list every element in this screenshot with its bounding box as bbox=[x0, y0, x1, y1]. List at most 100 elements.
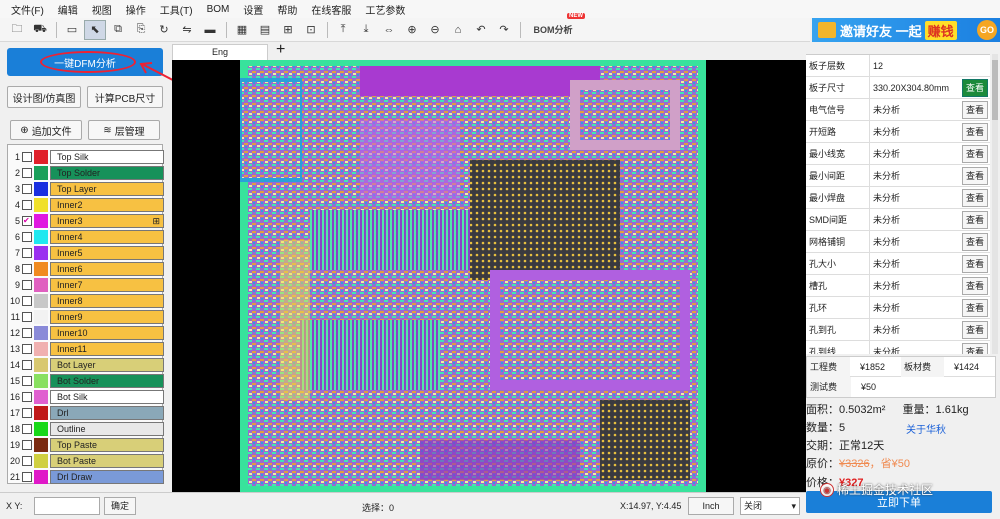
layer-row[interactable]: 1 Top Silk bbox=[8, 149, 164, 165]
layer-visibility-checkbox[interactable] bbox=[22, 440, 32, 450]
layer-color-swatch[interactable] bbox=[34, 454, 48, 468]
layer-name[interactable]: Bot Paste bbox=[50, 454, 164, 468]
align-top-icon[interactable]: ⤒ bbox=[332, 20, 354, 40]
layers-icon[interactable]: ▤ bbox=[254, 20, 276, 40]
analysis-scrollbar[interactable] bbox=[992, 54, 998, 354]
layer-row[interactable]: 16 Bot Silk bbox=[8, 389, 164, 405]
menu-item[interactable]: BOM bbox=[207, 4, 230, 15]
layer-color-swatch[interactable] bbox=[34, 422, 48, 436]
layer-row[interactable]: 6 Inner4 bbox=[8, 229, 164, 245]
layer-name[interactable]: Drl Draw bbox=[50, 470, 164, 484]
measure-icon[interactable]: ⊡ bbox=[300, 20, 322, 40]
invite-banner[interactable]: 邀请好友 一起 赚钱 GO bbox=[812, 18, 1000, 42]
align-bottom-icon[interactable]: ⤓ bbox=[355, 20, 377, 40]
layer-color-swatch[interactable] bbox=[34, 230, 48, 244]
layer-row[interactable]: 12 Inner10 bbox=[8, 325, 164, 341]
line-icon[interactable]: ▬ bbox=[199, 20, 221, 40]
layer-visibility-checkbox[interactable] bbox=[22, 360, 32, 370]
layer-name[interactable]: Inner2 bbox=[50, 198, 164, 212]
layer-visibility-checkbox[interactable] bbox=[22, 296, 32, 306]
layer-color-swatch[interactable] bbox=[34, 182, 48, 196]
layer-row[interactable]: 4 Inner2 bbox=[8, 197, 164, 213]
menu-item[interactable]: 文件(F) bbox=[11, 2, 44, 17]
layer-color-swatch[interactable] bbox=[34, 246, 48, 260]
layer-name[interactable]: Top Paste bbox=[50, 438, 164, 452]
view-button[interactable]: 查看 bbox=[962, 232, 988, 251]
layer-row[interactable]: 10 Inner8 bbox=[8, 293, 164, 309]
layer-row[interactable]: 2 Top Solder bbox=[8, 165, 164, 181]
layer-name[interactable]: Inner4 bbox=[50, 230, 164, 244]
bom-analysis-button[interactable]: BOM分析 NEW bbox=[525, 12, 585, 40]
layer-visibility-checkbox[interactable] bbox=[22, 232, 32, 242]
layer-color-swatch[interactable] bbox=[34, 342, 48, 356]
mirror-icon[interactable]: ⇋ bbox=[176, 20, 198, 40]
menu-item[interactable]: 工具(T) bbox=[160, 2, 193, 17]
menu-item[interactable]: 工艺参数 bbox=[365, 2, 405, 17]
layer-visibility-checkbox[interactable] bbox=[22, 264, 32, 274]
layer-color-swatch[interactable] bbox=[34, 326, 48, 340]
view-button[interactable]: 查看 bbox=[962, 188, 988, 207]
layer-name[interactable]: Bot Solder bbox=[50, 374, 164, 388]
zoom-out-icon[interactable]: ⊖ bbox=[424, 20, 446, 40]
select-pointer-icon[interactable]: ⬉ bbox=[84, 19, 106, 40]
view-button[interactable]: 查看 bbox=[962, 276, 988, 295]
copy-icon[interactable]: ⎘ bbox=[130, 20, 152, 40]
view-button[interactable]: 查看 bbox=[962, 342, 988, 354]
layer-color-swatch[interactable] bbox=[34, 166, 48, 180]
layer-color-swatch[interactable] bbox=[34, 262, 48, 276]
layer-row[interactable]: 17 Drl bbox=[8, 405, 164, 421]
layer-color-swatch[interactable] bbox=[34, 374, 48, 388]
layer-visibility-checkbox[interactable]: ✔ bbox=[22, 216, 32, 226]
calc-pcb-size-button[interactable]: 计算PCB尺寸 bbox=[87, 86, 163, 108]
pcb-board-view[interactable] bbox=[240, 60, 706, 492]
layer-name[interactable]: Inner3 ⊞ bbox=[50, 214, 164, 228]
rotate-icon[interactable]: ↻ bbox=[153, 20, 175, 40]
layer-visibility-checkbox[interactable] bbox=[22, 376, 32, 386]
layer-name[interactable]: Top Solder bbox=[50, 166, 164, 180]
fit-width-icon[interactable]: ⇔ bbox=[378, 20, 400, 40]
scrollbar-thumb[interactable] bbox=[992, 60, 998, 120]
layer-name[interactable]: Inner8 bbox=[50, 294, 164, 308]
layer-visibility-checkbox[interactable] bbox=[22, 168, 32, 178]
layer-visibility-checkbox[interactable] bbox=[22, 472, 32, 482]
zoom-box-icon[interactable]: ⧉ bbox=[107, 20, 129, 40]
layer-color-swatch[interactable] bbox=[34, 294, 48, 308]
layer-row[interactable]: 21 Drl Draw bbox=[8, 469, 164, 485]
layer-visibility-checkbox[interactable] bbox=[22, 392, 32, 402]
layer-row[interactable]: 19 Top Paste bbox=[8, 437, 164, 453]
car-icon[interactable]: ⛟ bbox=[29, 20, 51, 40]
undo-icon[interactable]: ↶ bbox=[470, 20, 492, 40]
layer-row[interactable]: 9 Inner7 bbox=[8, 277, 164, 293]
layer-visibility-checkbox[interactable] bbox=[22, 184, 32, 194]
add-file-button[interactable]: ⊕ 追加文件 bbox=[10, 120, 82, 140]
layer-visibility-checkbox[interactable] bbox=[22, 456, 32, 466]
menu-item[interactable]: 编辑 bbox=[58, 2, 78, 17]
xy-input[interactable] bbox=[34, 497, 100, 515]
close-select[interactable]: 关闭 ▾ bbox=[740, 497, 800, 515]
tab-eng[interactable]: Eng bbox=[172, 44, 268, 60]
layer-color-swatch[interactable] bbox=[34, 310, 48, 324]
expand-icon[interactable]: ⊞ bbox=[152, 216, 160, 227]
layer-row[interactable]: 15 Bot Solder bbox=[8, 373, 164, 389]
menu-item[interactable]: 设置 bbox=[243, 2, 263, 17]
layer-name[interactable]: Inner7 bbox=[50, 278, 164, 292]
layer-color-swatch[interactable] bbox=[34, 214, 48, 228]
confirm-button[interactable]: 确定 bbox=[104, 497, 136, 515]
home-icon[interactable]: ⌂ bbox=[447, 20, 469, 40]
layer-name[interactable]: Drl bbox=[50, 406, 164, 420]
layer-visibility-checkbox[interactable] bbox=[22, 200, 32, 210]
view-button[interactable]: 查看 bbox=[962, 78, 988, 97]
layer-color-swatch[interactable] bbox=[34, 390, 48, 404]
grid-icon[interactable]: ▦ bbox=[231, 20, 253, 40]
menu-item[interactable]: 操作 bbox=[126, 2, 146, 17]
layer-name[interactable]: Inner11 bbox=[50, 342, 164, 356]
view-button[interactable]: 查看 bbox=[962, 122, 988, 141]
layer-management-button[interactable]: ≋ 层管理 bbox=[88, 120, 160, 140]
layer-name[interactable]: Top Layer bbox=[50, 182, 164, 196]
open-folder-icon[interactable]: 🗀 bbox=[6, 20, 28, 40]
view-button[interactable]: 查看 bbox=[962, 254, 988, 273]
about-huaqiu-link[interactable]: 关于华秋 bbox=[906, 421, 946, 436]
layer-visibility-checkbox[interactable] bbox=[22, 424, 32, 434]
layer-row[interactable]: 5 ✔ Inner3 ⊞ bbox=[8, 213, 164, 229]
window-icon[interactable]: ▭ bbox=[61, 20, 83, 40]
